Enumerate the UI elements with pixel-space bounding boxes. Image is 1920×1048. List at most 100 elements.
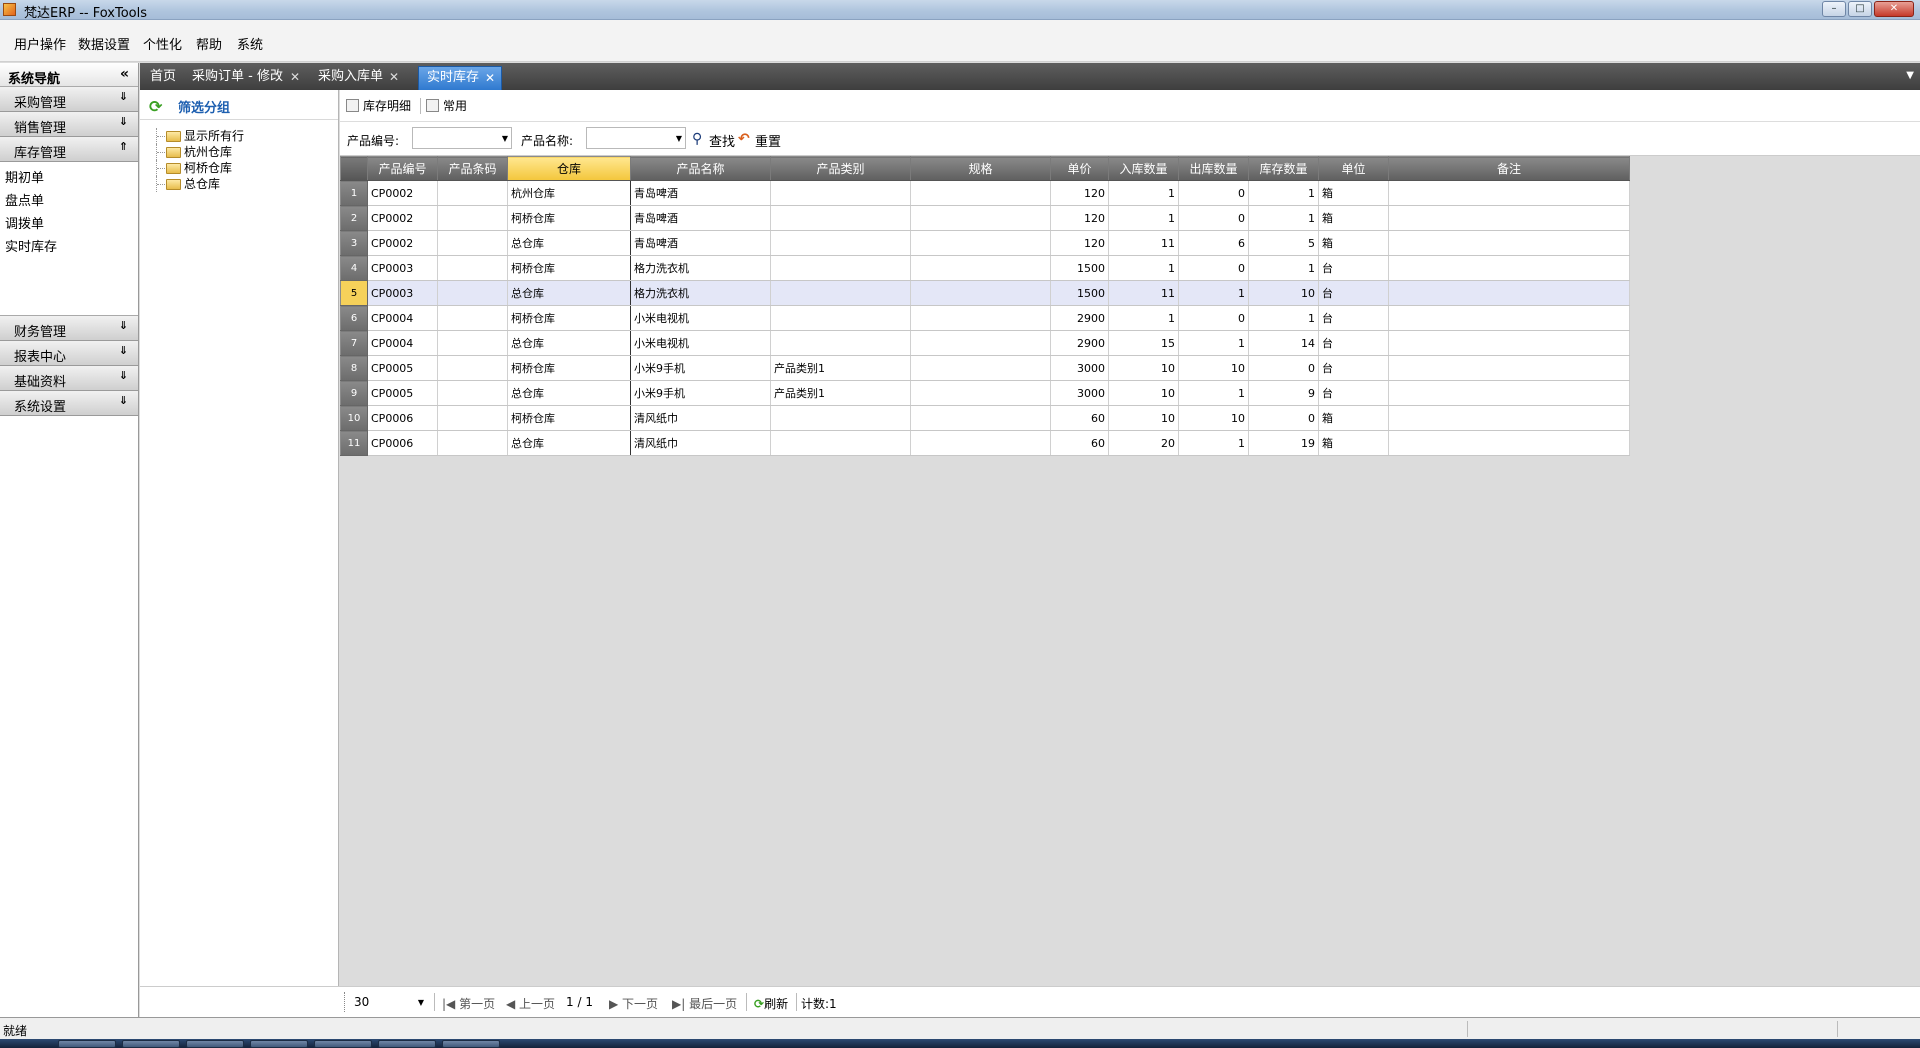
cell-remark[interactable] xyxy=(1388,380,1630,406)
pager-refresh-button[interactable]: ⟳刷新 xyxy=(754,995,788,1012)
cell-product-name[interactable]: 小米9手机 xyxy=(630,380,771,406)
tab-purchase-receipt[interactable]: 采购入库单 ✕ xyxy=(310,66,405,90)
cell-in-qty[interactable]: 1 xyxy=(1108,255,1179,281)
row-number[interactable]: 1 xyxy=(340,180,368,206)
cell-remark[interactable] xyxy=(1388,180,1630,206)
taskbar-item[interactable] xyxy=(442,1040,500,1048)
cell-remark[interactable] xyxy=(1388,405,1630,431)
cell-out-qty[interactable]: 10 xyxy=(1178,405,1249,431)
col-product-code[interactable]: 产品编号 xyxy=(367,156,438,181)
cell-in-qty[interactable]: 11 xyxy=(1108,280,1179,306)
cell-product-name[interactable]: 小米电视机 xyxy=(630,330,771,356)
table-row[interactable]: 4 CP0003 柯桥仓库 格力洗衣机 1500 1 0 1 台 xyxy=(340,255,1630,281)
cell-price[interactable]: 120 xyxy=(1050,205,1109,231)
cell-barcode[interactable] xyxy=(437,405,508,431)
tab-realtime-stock[interactable]: 实时库存 ✕ xyxy=(418,66,502,90)
cell-spec[interactable] xyxy=(910,205,1051,231)
cell-spec[interactable] xyxy=(910,405,1051,431)
table-row[interactable]: 5 CP0003 总仓库 格力洗衣机 1500 11 1 10 台 xyxy=(340,280,1630,306)
sidebar-item-opening[interactable]: 期初单 xyxy=(0,167,138,190)
cell-out-qty[interactable]: 0 xyxy=(1178,305,1249,331)
tab-dropdown-icon[interactable]: ▼ xyxy=(1906,70,1914,81)
cell-in-qty[interactable]: 1 xyxy=(1108,180,1179,206)
cell-warehouse[interactable]: 柯桥仓库 xyxy=(507,405,631,431)
cell-stock-qty[interactable]: 1 xyxy=(1248,205,1319,231)
menu-data-settings[interactable]: 数据设置 xyxy=(78,34,130,53)
taskbar-item[interactable] xyxy=(186,1040,244,1048)
cell-unit[interactable]: 箱 xyxy=(1318,205,1389,231)
collapse-icon[interactable]: « xyxy=(120,66,129,82)
cell-remark[interactable] xyxy=(1388,205,1630,231)
cell-spec[interactable] xyxy=(910,330,1051,356)
cell-spec[interactable] xyxy=(910,305,1051,331)
cell-product-name[interactable]: 小米9手机 xyxy=(630,355,771,381)
cell-category[interactable]: 产品类别1 xyxy=(770,355,911,381)
table-row[interactable]: 7 CP0004 总仓库 小米电视机 2900 15 1 14 台 xyxy=(340,330,1630,356)
col-spec[interactable]: 规格 xyxy=(910,156,1051,181)
cell-product-code[interactable]: CP0005 xyxy=(367,355,438,381)
cell-price[interactable]: 120 xyxy=(1050,180,1109,206)
cell-in-qty[interactable]: 20 xyxy=(1108,430,1179,456)
tree-item-hangzhou[interactable]: 杭州仓库 xyxy=(152,144,244,160)
tab-purchase-order-edit[interactable]: 采购订单 - 修改 ✕ xyxy=(184,66,306,90)
cell-stock-qty[interactable]: 0 xyxy=(1248,405,1319,431)
cell-out-qty[interactable]: 1 xyxy=(1178,280,1249,306)
cell-price[interactable]: 60 xyxy=(1050,405,1109,431)
cell-in-qty[interactable]: 1 xyxy=(1108,205,1179,231)
sidebar-item-realtime-stock[interactable]: 实时库存 xyxy=(0,236,138,259)
cell-price[interactable]: 1500 xyxy=(1050,255,1109,281)
cell-out-qty[interactable]: 0 xyxy=(1178,255,1249,281)
tab-home[interactable]: 首页 xyxy=(142,66,180,90)
taskbar-item[interactable] xyxy=(58,1040,116,1048)
col-price[interactable]: 单价 xyxy=(1050,156,1109,181)
cell-product-code[interactable]: CP0006 xyxy=(367,405,438,431)
cell-price[interactable]: 60 xyxy=(1050,430,1109,456)
col-warehouse[interactable]: 仓库 xyxy=(507,156,631,181)
cell-product-code[interactable]: CP0004 xyxy=(367,305,438,331)
cell-product-name[interactable]: 清风纸巾 xyxy=(630,430,771,456)
row-number[interactable]: 7 xyxy=(340,330,368,356)
col-product-name[interactable]: 产品名称 xyxy=(630,156,771,181)
cell-category[interactable] xyxy=(770,205,911,231)
row-number[interactable]: 8 xyxy=(340,355,368,381)
table-row[interactable]: 3 CP0002 总仓库 青岛啤酒 120 11 6 5 箱 xyxy=(340,230,1630,256)
maximize-icon[interactable]: □ xyxy=(1848,1,1872,17)
cell-warehouse[interactable]: 柯桥仓库 xyxy=(507,355,631,381)
cell-barcode[interactable] xyxy=(437,430,508,456)
row-number[interactable]: 6 xyxy=(340,305,368,331)
table-row[interactable]: 6 CP0004 柯桥仓库 小米电视机 2900 1 0 1 台 xyxy=(340,305,1630,331)
cell-barcode[interactable] xyxy=(437,330,508,356)
cell-out-qty[interactable]: 0 xyxy=(1178,205,1249,231)
cell-barcode[interactable] xyxy=(437,180,508,206)
cell-unit[interactable]: 箱 xyxy=(1318,405,1389,431)
cell-unit[interactable]: 台 xyxy=(1318,305,1389,331)
col-barcode[interactable]: 产品条码 xyxy=(437,156,508,181)
cell-warehouse[interactable]: 柯桥仓库 xyxy=(507,205,631,231)
cell-remark[interactable] xyxy=(1388,255,1630,281)
taskbar-item[interactable] xyxy=(314,1040,372,1048)
col-out-qty[interactable]: 出库数量 xyxy=(1178,156,1249,181)
cell-in-qty[interactable]: 1 xyxy=(1108,305,1179,331)
nav-group-finance[interactable]: 财务管理 ⇓ xyxy=(0,316,138,341)
cell-warehouse[interactable]: 总仓库 xyxy=(507,280,631,306)
table-row[interactable]: 10 CP0006 柯桥仓库 清风纸巾 60 10 10 0 箱 xyxy=(340,405,1630,431)
row-number[interactable]: 3 xyxy=(340,230,368,256)
row-number[interactable]: 10 xyxy=(340,405,368,431)
cell-unit[interactable]: 箱 xyxy=(1318,180,1389,206)
col-stock-qty[interactable]: 库存数量 xyxy=(1248,156,1319,181)
tree-item-all[interactable]: 显示所有行 xyxy=(152,128,244,144)
cell-product-name[interactable]: 青岛啤酒 xyxy=(630,180,771,206)
taskbar-item[interactable] xyxy=(250,1040,308,1048)
cell-spec[interactable] xyxy=(910,180,1051,206)
cell-out-qty[interactable]: 1 xyxy=(1178,430,1249,456)
cell-product-code[interactable]: CP0003 xyxy=(367,280,438,306)
cell-out-qty[interactable]: 1 xyxy=(1178,330,1249,356)
cell-product-name[interactable]: 清风纸巾 xyxy=(630,405,771,431)
cell-spec[interactable] xyxy=(910,430,1051,456)
cell-product-code[interactable]: CP0002 xyxy=(367,230,438,256)
cell-barcode[interactable] xyxy=(437,280,508,306)
cell-price[interactable]: 2900 xyxy=(1050,305,1109,331)
cell-stock-qty[interactable]: 0 xyxy=(1248,355,1319,381)
cell-remark[interactable] xyxy=(1388,280,1630,306)
cell-barcode[interactable] xyxy=(437,380,508,406)
